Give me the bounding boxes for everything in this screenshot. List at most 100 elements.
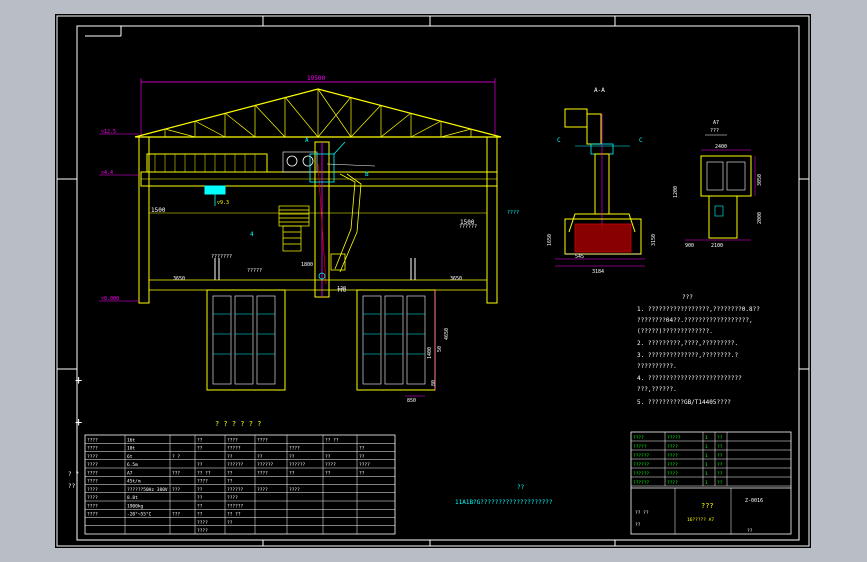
- table-cell: ????: [87, 454, 98, 460]
- technical-notes: ??? 1. ?????????????????,????????0.8?? ?…: [637, 294, 760, 406]
- title-block-cell: ??: [717, 480, 723, 486]
- table-cell: 16t: [127, 437, 135, 443]
- table-cell: ??: [197, 437, 203, 443]
- trolley-wheel: [302, 155, 314, 167]
- note-line: 1. ?????????????????,????????0.8??: [637, 306, 760, 313]
- label-a: A: [305, 137, 309, 144]
- table-cell: 1900kg: [127, 503, 144, 509]
- table-cell: -20°~55°C: [127, 512, 152, 518]
- company-line: 16????? A7: [687, 517, 714, 523]
- table-cell: ????: [197, 479, 208, 485]
- title-block-cell: ????: [667, 453, 678, 459]
- table-cell: ??: [257, 454, 263, 460]
- title-block-cell: ?????: [667, 435, 681, 441]
- table-cell: A7: [127, 470, 133, 476]
- title-block-cell: ??: [717, 444, 723, 450]
- table-cell: ??: [227, 520, 233, 526]
- table-cell: ????: [87, 479, 98, 485]
- title-block-cell: ??: [717, 471, 723, 477]
- drawing-number: Z-0016: [745, 498, 763, 504]
- designer-label: ??: [635, 522, 641, 528]
- table-cell: ??: [197, 512, 203, 518]
- dim: 900: [685, 243, 694, 249]
- table-cell: ??????50Hz 380V: [127, 487, 168, 493]
- title-block-cell: ????: [667, 462, 678, 468]
- note-line: 5. ??????????GB/T14405????: [637, 399, 731, 406]
- dim: 3184: [592, 269, 604, 275]
- table-cell: ????: [257, 437, 268, 443]
- table-cell: ??: [359, 470, 365, 476]
- table-cell: ??????: [227, 503, 244, 509]
- label-c: C: [557, 137, 561, 144]
- table-cell: ??: [227, 454, 233, 460]
- hook-block: [204, 185, 226, 195]
- table-cell: ????: [289, 487, 300, 493]
- table-cell: ??????: [289, 462, 306, 468]
- dim: 2400: [715, 144, 727, 150]
- note-line: ??????????.: [637, 363, 677, 370]
- drawing-title: ???: [701, 502, 714, 510]
- side-mark: ? ?: [68, 471, 79, 478]
- dim-50: 50: [437, 346, 443, 352]
- inner-border: [76, 25, 800, 541]
- level-marks: [99, 133, 139, 302]
- table-cell: ????: [359, 462, 370, 468]
- dim-left-width: 3650: [173, 276, 185, 282]
- title-block-cell: ??????: [633, 453, 650, 459]
- left-pit: [206, 289, 286, 391]
- dim-1400: 1400: [427, 347, 433, 359]
- note-line: ???,??????.: [637, 386, 677, 393]
- note-line: 2. ?????????,????,?????????.: [637, 340, 738, 347]
- right-column: [486, 136, 498, 304]
- dim: 545: [575, 254, 584, 260]
- tag: ?????: [247, 268, 262, 274]
- drawing-canvas[interactable]: + + ? ? ?? 19500 ▽9.3 B A ▽12.5 ▽4.4 ▽0.…: [55, 14, 811, 548]
- table-cell: ??: [359, 446, 365, 452]
- title-block-cell: ?????: [633, 444, 647, 450]
- table-cell: ????: [257, 470, 268, 476]
- table-cell: ????: [87, 487, 98, 493]
- table-cell: ??: [197, 462, 203, 468]
- title-block-cell: ??????: [633, 471, 650, 477]
- elevation-marker: ▽4.4: [101, 170, 113, 176]
- table-cell: ?? ??: [325, 437, 339, 443]
- title-block-cell: ????: [667, 444, 678, 450]
- table-cell: ??: [289, 470, 295, 476]
- crosshair-marker: +: [75, 373, 82, 387]
- title-block-cell: 1: [705, 435, 708, 441]
- right-pit: [356, 289, 436, 391]
- table-cell: ??: [197, 446, 203, 452]
- table-cell: ????: [197, 520, 208, 526]
- table-cell: ????: [227, 437, 238, 443]
- label-c: C: [639, 137, 643, 144]
- table-cell: ??????: [227, 487, 244, 493]
- table-cell: 45t/m: [127, 479, 141, 485]
- crane-drawing: + + ? ? ?? 19500 ▽9.3 B A ▽12.5 ▽4.4 ▽0.…: [56, 15, 810, 547]
- dim: 3150: [651, 234, 657, 246]
- title-block-cell: ????: [667, 471, 678, 477]
- callout: ????: [507, 210, 519, 216]
- dim: 2000: [757, 212, 763, 224]
- dim-1800: 1800: [301, 262, 313, 268]
- title-block-cell: ??: [717, 453, 723, 459]
- dim: 3050: [757, 174, 763, 186]
- table-cell: ??: [325, 454, 331, 460]
- table-cell: ?? ??: [227, 512, 241, 518]
- scale-label: ?? ??: [635, 510, 649, 516]
- table-cell: ????: [87, 470, 98, 476]
- dim-right-width: 3650: [450, 276, 462, 282]
- table-cell: ????: [87, 495, 98, 501]
- note-line: 4. ??????????????????????????: [637, 375, 742, 382]
- label-4: 4: [250, 231, 254, 238]
- table-cell: ???: [172, 470, 180, 476]
- label-b: B: [365, 171, 369, 178]
- title-block-cell: 1: [705, 471, 708, 477]
- table-cell: ????: [325, 462, 336, 468]
- side-mark: ??: [68, 483, 76, 490]
- dim-120: 120: [337, 286, 346, 292]
- table-cell: 8.8t: [127, 495, 138, 501]
- table-cell: ??: [227, 479, 233, 485]
- span-dimension: 19500: [307, 75, 325, 82]
- table-cell: ??: [227, 470, 233, 476]
- table-cell: ????: [197, 528, 208, 534]
